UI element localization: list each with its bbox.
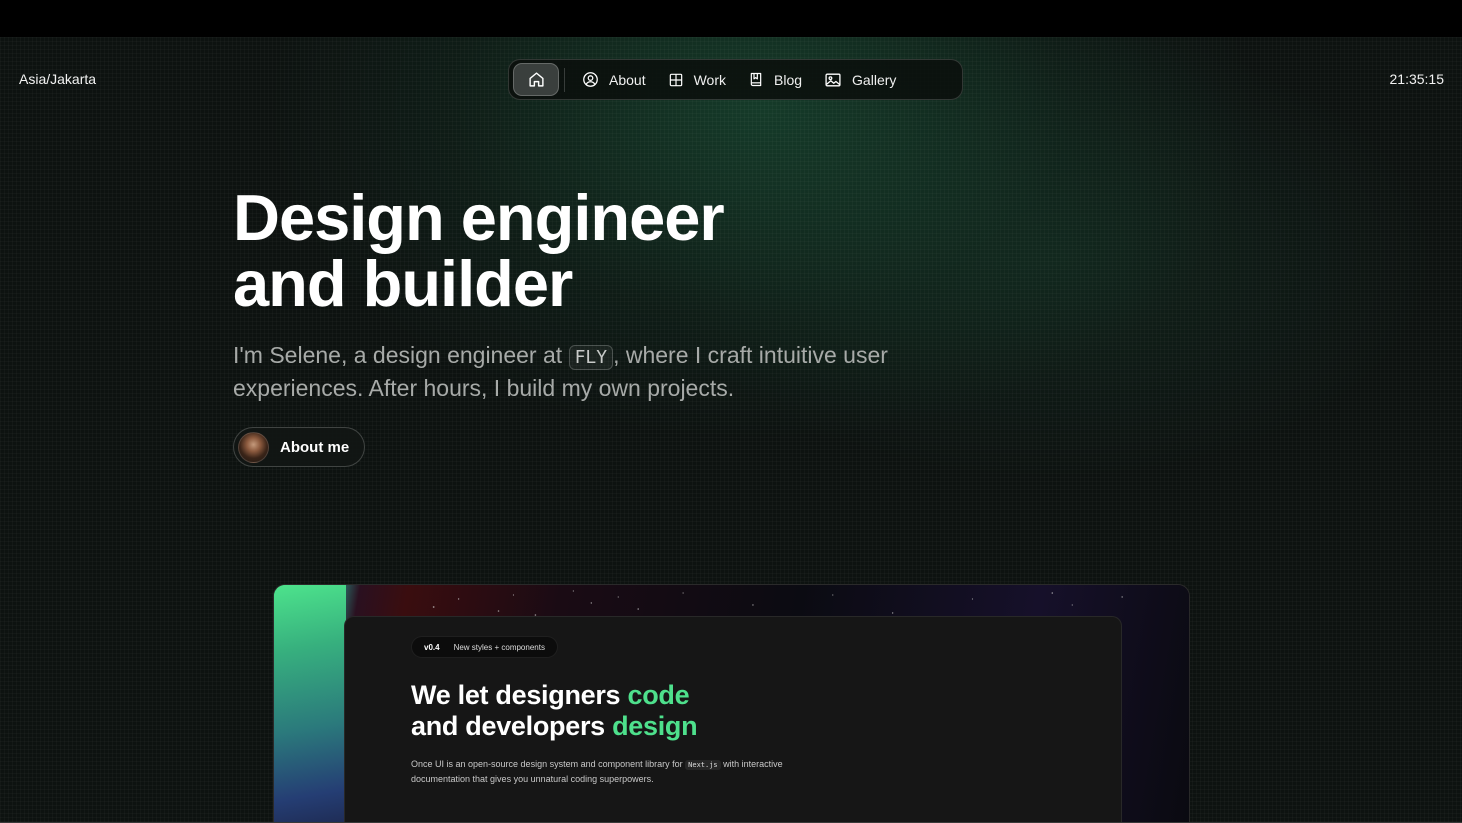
preview-inner-window: v0.4 New styles + components We let desi… bbox=[344, 616, 1122, 823]
nav-divider bbox=[564, 67, 565, 92]
hero-title-line-1: Design engineer bbox=[233, 181, 725, 254]
hero-title: Design engineer and builder bbox=[233, 185, 853, 317]
hero-title-line-2: and builder bbox=[233, 247, 573, 320]
about-me-label: About me bbox=[280, 438, 350, 456]
preview-title-highlight: design bbox=[612, 711, 698, 741]
preview-desc-code: Next.js bbox=[685, 760, 721, 770]
about-me-button[interactable]: About me bbox=[233, 427, 365, 467]
avatar bbox=[238, 431, 269, 463]
preview-title: We let designers code and developers des… bbox=[411, 680, 811, 742]
hero-subtitle-text: I'm Selene, a design engineer at bbox=[233, 342, 569, 368]
main-nav: About Work Blog Gallery bbox=[508, 59, 963, 100]
preview-desc-text: Once UI is an open-source design system … bbox=[411, 759, 686, 769]
nav-item-work[interactable]: Work bbox=[657, 63, 737, 96]
clock: 21:35:15 bbox=[1389, 71, 1445, 87]
preview-title-highlight: code bbox=[627, 680, 690, 710]
nav-home-button[interactable] bbox=[513, 63, 559, 96]
version-badge: v0.4 New styles + components bbox=[411, 636, 558, 658]
nav-item-label: Work bbox=[693, 71, 727, 88]
home-icon bbox=[528, 72, 544, 87]
nav-item-blog[interactable]: Blog bbox=[737, 63, 813, 96]
preview-title-text: We let designers bbox=[411, 680, 628, 710]
image-icon bbox=[825, 73, 841, 86]
preview-description: Once UI is an open-source design system … bbox=[411, 757, 791, 786]
nav-item-label: Gallery bbox=[852, 71, 897, 88]
version-note: New styles + components bbox=[453, 642, 545, 652]
preview-title-text: and developers bbox=[411, 711, 613, 741]
browser-top-bar bbox=[0, 0, 1462, 37]
nav-item-gallery[interactable]: Gallery bbox=[813, 63, 907, 96]
book-icon bbox=[750, 72, 762, 87]
project-preview-card[interactable]: v0.4 New styles + components We let desi… bbox=[273, 584, 1190, 823]
nav-item-label: About bbox=[609, 71, 646, 88]
nav-item-about[interactable]: About bbox=[571, 63, 657, 96]
grid-icon bbox=[669, 73, 682, 86]
hero-subtitle: I'm Selene, a design engineer at FLY, wh… bbox=[233, 340, 913, 404]
page: Asia/Jakarta 21:35:15 About Work Blog Ga… bbox=[0, 37, 1462, 823]
version-label: v0.4 bbox=[424, 642, 440, 652]
company-code-tag: FLY bbox=[568, 345, 614, 370]
person-circle-icon bbox=[583, 72, 598, 87]
nav-item-label: Blog bbox=[774, 71, 803, 88]
timezone-label: Asia/Jakarta bbox=[19, 71, 97, 87]
